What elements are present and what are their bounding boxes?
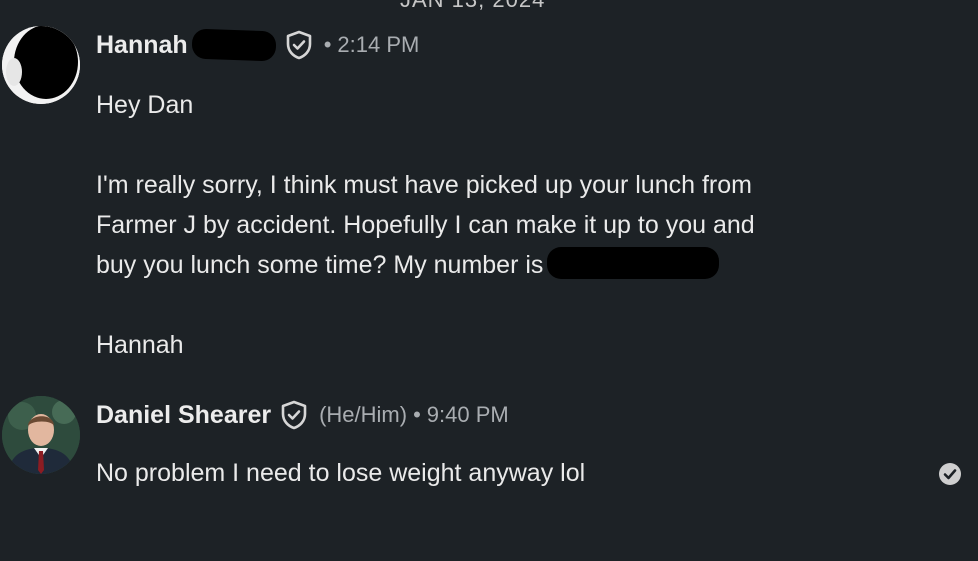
avatar-daniel-shearer[interactable] — [2, 396, 80, 474]
message-body: No problem I need to lose weight anyway … — [96, 453, 856, 493]
phone-redaction — [547, 247, 720, 279]
sender-name[interactable]: Hannah — [96, 31, 188, 60]
message-line: Farmer J by accident. Hopefully I can ma… — [96, 211, 755, 239]
message-line: I'm really sorry, I think must have pick… — [96, 171, 752, 199]
pronouns: (He/Him) — [319, 402, 408, 427]
name-redaction — [191, 28, 277, 62]
avatar-hannah[interactable] — [2, 26, 80, 104]
sender-name[interactable]: Daniel Shearer — [96, 401, 271, 430]
date-divider: JAN 13, 2024 — [400, 0, 545, 13]
message-time: 2:14 PM — [337, 32, 420, 57]
avatar-redaction — [2, 26, 80, 104]
message-line: No problem I need to lose weight anyway … — [96, 459, 586, 487]
message-header: Daniel Shearer (He/Him) • 9:40 PM — [96, 400, 509, 430]
message-signoff: Hannah — [96, 331, 184, 359]
verified-shield-icon — [284, 30, 314, 60]
message-line: buy you lunch some time? My number is — [96, 251, 544, 279]
message-line-with-redaction: buy you lunch some time? My number is — [96, 245, 856, 285]
message-line: Hey Dan — [96, 91, 194, 119]
separator-dot: • — [413, 402, 421, 427]
verified-shield-icon — [279, 400, 309, 430]
read-receipt-check-icon — [938, 462, 962, 486]
messaging-thread: JAN 13, 2024 Hannah • 2:14 PM Hey Dan I'… — [0, 0, 978, 561]
message-time: 9:40 PM — [426, 402, 509, 427]
separator-dot: • — [323, 32, 332, 57]
avatar-photo — [2, 396, 80, 474]
message-body: Hey Dan I'm really sorry, I think must h… — [96, 85, 856, 365]
message-header: Hannah • 2:14 PM — [96, 28, 420, 62]
